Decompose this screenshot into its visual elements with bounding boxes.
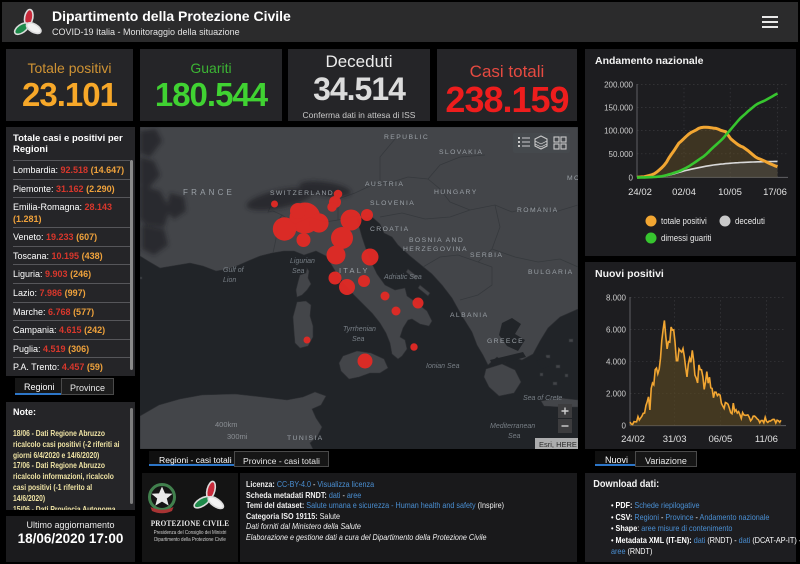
svg-text:Sea of Crete: Sea of Crete (523, 395, 562, 402)
svg-text:300mi: 300mi (227, 432, 248, 441)
svg-text:Ionian Sea: Ionian Sea (426, 363, 460, 370)
svg-text:REPUBLIC: REPUBLIC (384, 134, 429, 141)
svg-text:GREECE: GREECE (487, 338, 524, 345)
svg-text:200.000: 200.000 (604, 81, 633, 90)
svg-text:400km: 400km (215, 420, 238, 429)
svg-text:Esri, HERE: Esri, HERE (539, 440, 577, 449)
svg-text:SLOVAKIA: SLOVAKIA (439, 149, 483, 156)
svg-text:Sea: Sea (292, 268, 305, 275)
svg-text:0: 0 (629, 173, 634, 182)
svg-text:24/02: 24/02 (621, 434, 645, 445)
svg-text:Sea: Sea (352, 336, 365, 343)
svg-text:Lion: Lion (223, 277, 236, 284)
svg-text:HUNGARY: HUNGARY (434, 189, 478, 196)
svg-text:totale positivi: totale positivi (661, 216, 707, 227)
svg-text:2.000: 2.000 (606, 390, 627, 399)
svg-text:Ligurian: Ligurian (290, 258, 315, 265)
svg-text:deceduti: deceduti (735, 216, 765, 227)
svg-text:Tyrrhenian: Tyrrhenian (343, 326, 376, 333)
svg-text:ALBANIA: ALBANIA (450, 312, 489, 319)
svg-text:06/05: 06/05 (709, 434, 733, 445)
svg-text:BULGARIA: BULGARIA (528, 269, 574, 276)
svg-text:SERBIA: SERBIA (470, 252, 503, 259)
svg-text:ROMANIA: ROMANIA (517, 207, 559, 214)
svg-text:FRANCE: FRANCE (183, 188, 235, 197)
svg-text:AUSTRIA: AUSTRIA (365, 181, 404, 188)
svg-text:100.000: 100.000 (604, 127, 633, 136)
svg-text:24/02: 24/02 (628, 187, 652, 198)
svg-text:50.000: 50.000 (609, 150, 634, 159)
svg-text:MO: MO (567, 175, 578, 182)
svg-text:10/05: 10/05 (718, 187, 742, 198)
svg-text:Mediterranean: Mediterranean (490, 423, 535, 430)
svg-text:TUNISIA: TUNISIA (287, 435, 324, 442)
svg-text:SWITZERLAND: SWITZERLAND (270, 190, 334, 197)
svg-text:Sea: Sea (508, 433, 521, 440)
svg-text:11/06: 11/06 (755, 434, 778, 445)
svg-text:8.000: 8.000 (606, 293, 627, 302)
svg-text:BOSNIA AND: BOSNIA AND (409, 237, 464, 244)
svg-text:6.000: 6.000 (606, 325, 627, 334)
svg-text:02/04: 02/04 (672, 187, 696, 198)
svg-text:17/06: 17/06 (763, 187, 787, 198)
svg-text:dimessi guariti: dimessi guariti (661, 233, 712, 244)
svg-text:Gulf of: Gulf of (223, 267, 245, 274)
svg-text:31/03: 31/03 (663, 434, 687, 445)
svg-text:0: 0 (622, 422, 627, 431)
svg-text:SLOVENIA: SLOVENIA (370, 200, 415, 207)
svg-text:150.000: 150.000 (604, 104, 633, 113)
svg-text:4.000: 4.000 (606, 357, 627, 366)
svg-text:ITALY: ITALY (339, 266, 370, 275)
svg-text:CROATIA: CROATIA (370, 226, 410, 233)
svg-text:HERZEGOVINA: HERZEGOVINA (403, 246, 468, 253)
svg-text:Adriatic Sea: Adriatic Sea (383, 274, 422, 281)
